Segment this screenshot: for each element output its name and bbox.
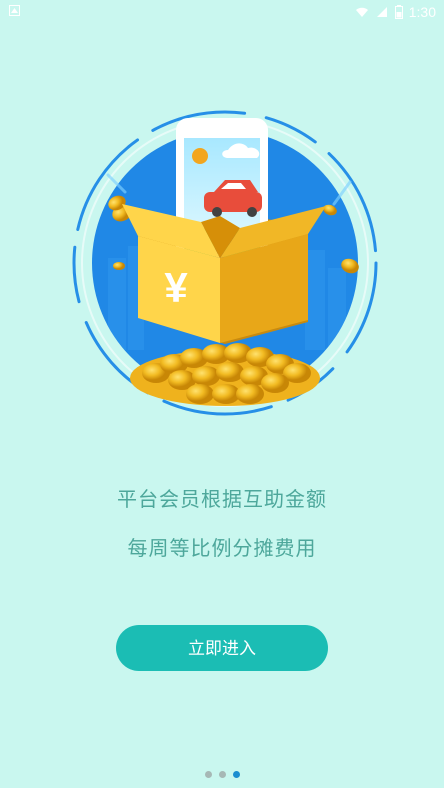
app-notification-icon xyxy=(9,5,20,16)
status-bar: 1:30 xyxy=(0,0,444,24)
page-indicator xyxy=(205,771,240,778)
status-time: 1:30 xyxy=(408,4,436,20)
wifi-icon xyxy=(355,7,368,17)
headline-text: 平台会员根据互助金额 xyxy=(117,487,327,511)
page-indicator-dot-1 xyxy=(205,771,212,778)
page-indicator-dot-2 xyxy=(219,771,226,778)
signal-icon xyxy=(376,7,387,17)
subline-text: 每周等比例分摊费用 xyxy=(127,536,317,560)
battery-icon xyxy=(394,5,403,19)
money-box: ¥ xyxy=(122,204,326,343)
currency-symbol: ¥ xyxy=(164,264,188,311)
page-indicator-dot-3 xyxy=(233,771,240,778)
status-right-area: 1:30 xyxy=(355,3,436,21)
enter-now-button[interactable]: 立即进入 xyxy=(116,625,328,671)
savings-illustration: ¥ xyxy=(72,110,378,416)
